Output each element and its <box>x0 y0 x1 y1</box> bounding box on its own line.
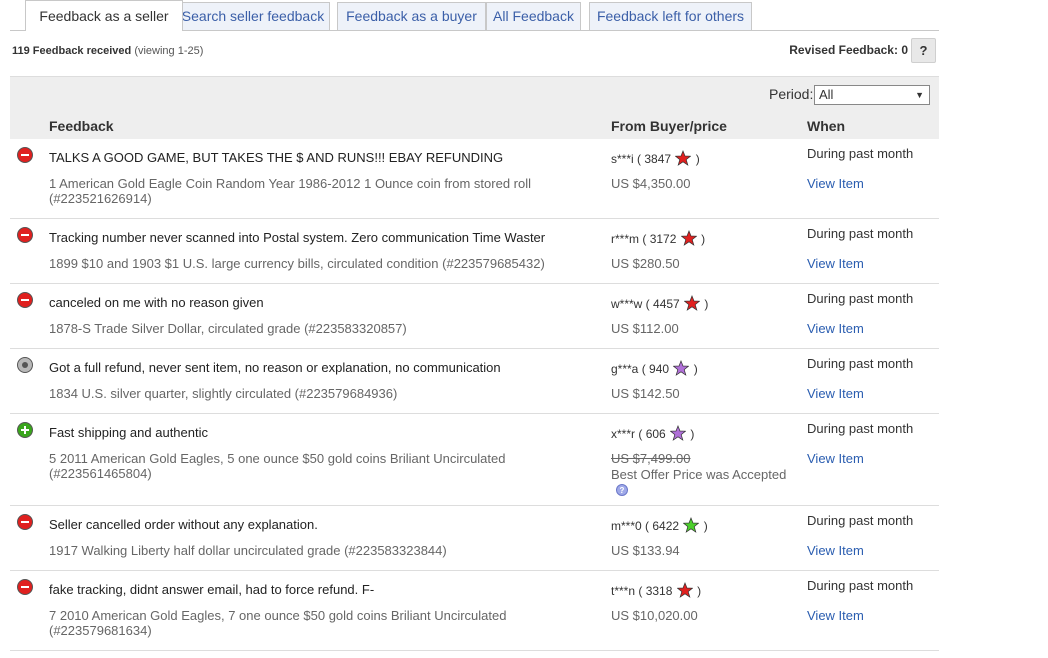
feedback-when: During past month <box>807 513 914 528</box>
table-row: canceled on me with no reason given 1878… <box>10 284 939 349</box>
table-row: Got a full refund, never sent item, no r… <box>10 349 939 414</box>
tab-feedback-as-seller[interactable]: Feedback as a seller <box>25 0 183 31</box>
positive-plus-icon <box>17 422 33 438</box>
view-item-link[interactable]: View Item <box>807 608 864 623</box>
feedback-when: During past month <box>807 578 914 593</box>
period-filter-bar: Period: All ▼ <box>10 76 939 113</box>
negative-minus-icon <box>17 514 33 530</box>
item-description: 1834 U.S. silver quarter, slightly circu… <box>49 386 398 401</box>
buyer-name[interactable]: s***i <box>611 152 634 166</box>
viewing-range: (viewing 1-25) <box>134 45 204 57</box>
item-price-struck: US $7,499.00 <box>611 451 691 466</box>
buyer-info: x***r ( 606 ) <box>611 425 695 441</box>
tab-all-feedback[interactable]: All Feedback <box>486 2 581 30</box>
red-star-icon <box>675 150 692 166</box>
tab-bar: Feedback as a seller Search seller feedb… <box>10 0 1048 31</box>
table-header: Feedback From Buyer/price When <box>10 112 939 139</box>
item-price: US $112.00 <box>611 321 679 336</box>
item-description: 1899 $10 and 1903 $1 U.S. large currency… <box>49 256 545 271</box>
view-item-link[interactable]: View Item <box>807 451 864 466</box>
buyer-score[interactable]: 606 <box>646 427 666 441</box>
red-star-icon <box>680 230 697 246</box>
buyer-name[interactable]: g***a <box>611 362 638 376</box>
item-price: US $142.50 <box>611 386 680 401</box>
item-description: 1878-S Trade Silver Dollar, circulated g… <box>49 321 407 336</box>
feedback-when: During past month <box>807 226 914 241</box>
column-feedback: Feedback <box>49 118 114 134</box>
negative-minus-icon <box>17 292 33 308</box>
item-price: US $280.50 <box>611 256 680 271</box>
feedback-comment: Seller cancelled order without any expla… <box>49 517 318 532</box>
red-star-icon <box>676 582 693 598</box>
buyer-info: g***a ( 940 ) <box>611 360 698 376</box>
column-when: When <box>807 118 846 134</box>
feedback-comment: Got a full refund, never sent item, no r… <box>49 360 501 375</box>
view-item-link[interactable]: View Item <box>807 321 864 336</box>
feedback-when: During past month <box>807 291 914 306</box>
period-label: Period: <box>769 86 814 102</box>
help-button[interactable]: ? <box>911 38 936 63</box>
feedback-comment: canceled on me with no reason given <box>49 295 264 310</box>
buyer-name[interactable]: r***m <box>611 232 639 246</box>
table-row: TALKS A GOOD GAME, BUT TAKES THE $ AND R… <box>10 139 939 219</box>
item-price: US $133.94 <box>611 543 680 558</box>
table-row: Fast shipping and authentic 5 2011 Ameri… <box>10 414 939 506</box>
buyer-score[interactable]: 3172 <box>650 232 677 246</box>
buyer-name[interactable]: m***0 <box>611 519 642 533</box>
question-help-icon[interactable]: ? <box>616 484 628 496</box>
buyer-name[interactable]: x***r <box>611 427 635 441</box>
chevron-down-icon: ▼ <box>915 90 924 100</box>
buyer-name[interactable]: w***w <box>611 297 642 311</box>
buyer-score[interactable]: 3847 <box>644 152 671 166</box>
buyer-name[interactable]: t***n <box>611 584 635 598</box>
feedback-comment: Tracking number never scanned into Posta… <box>49 230 546 245</box>
negative-minus-icon <box>17 579 33 595</box>
tab-feedback-as-buyer[interactable]: Feedback as a buyer <box>337 2 486 30</box>
feedback-when: During past month <box>807 421 914 436</box>
negative-minus-icon <box>17 227 33 243</box>
purple-star-icon <box>673 360 690 376</box>
view-item-link[interactable]: View Item <box>807 386 864 401</box>
feedback-comment: fake tracking, didnt answer email, had t… <box>49 582 375 597</box>
green-star-icon <box>683 517 700 533</box>
revised-feedback: Revised Feedback: 0 <box>789 43 908 57</box>
buyer-score[interactable]: 3318 <box>646 584 673 598</box>
item-price: US $4,350.00 <box>611 176 691 191</box>
column-from-buyer-price: From Buyer/price <box>611 118 727 134</box>
buyer-score[interactable]: 4457 <box>653 297 680 311</box>
item-description: 5 2011 American Gold Eagles, 5 one ounce… <box>49 451 506 481</box>
buyer-score[interactable]: 940 <box>649 362 669 376</box>
buyer-info: t***n ( 3318 ) <box>611 582 702 598</box>
buyer-info: r***m ( 3172 ) <box>611 230 706 246</box>
view-item-link[interactable]: View Item <box>807 256 864 271</box>
best-offer-note: Best Offer Price was Accepted <box>611 467 787 482</box>
table-row: Tracking number never scanned into Posta… <box>10 219 939 284</box>
period-selected-value: All <box>819 87 834 102</box>
table-row: Seller cancelled order without any expla… <box>10 506 939 571</box>
item-price: US $10,020.00 <box>611 608 698 623</box>
feedback-received-count: 119 Feedback received <box>12 45 132 57</box>
item-description: 1 American Gold Eagle Coin Random Year 1… <box>49 176 532 206</box>
negative-minus-icon <box>17 147 33 163</box>
red-star-icon <box>684 295 701 311</box>
tab-feedback-left-for-others[interactable]: Feedback left for others <box>589 2 752 30</box>
item-description: 1917 Walking Liberty half dollar uncircu… <box>49 543 447 558</box>
buyer-score[interactable]: 6422 <box>652 519 679 533</box>
table-row: fake tracking, didnt answer email, had t… <box>10 571 939 651</box>
view-item-link[interactable]: View Item <box>807 176 864 191</box>
item-description: 7 2010 American Gold Eagles, 7 one ounce… <box>49 608 507 638</box>
buyer-info: s***i ( 3847 ) <box>611 150 700 166</box>
tab-search-seller-feedback[interactable]: Search seller feedback <box>176 2 330 30</box>
buyer-info: m***0 ( 6422 ) <box>611 517 708 533</box>
feedback-comment: TALKS A GOOD GAME, BUT TAKES THE $ AND R… <box>49 150 504 165</box>
buyer-info: w***w ( 4457 ) <box>611 295 709 311</box>
feedback-comment: Fast shipping and authentic <box>49 425 208 440</box>
feedback-when: During past month <box>807 356 914 371</box>
neutral-dot-icon <box>17 357 33 373</box>
feedback-summary: 119 Feedback received (viewing 1-25) <box>12 45 203 57</box>
purple-star-icon <box>670 425 687 441</box>
view-item-link[interactable]: View Item <box>807 543 864 558</box>
period-select[interactable]: All ▼ <box>814 85 930 105</box>
feedback-when: During past month <box>807 146 914 161</box>
